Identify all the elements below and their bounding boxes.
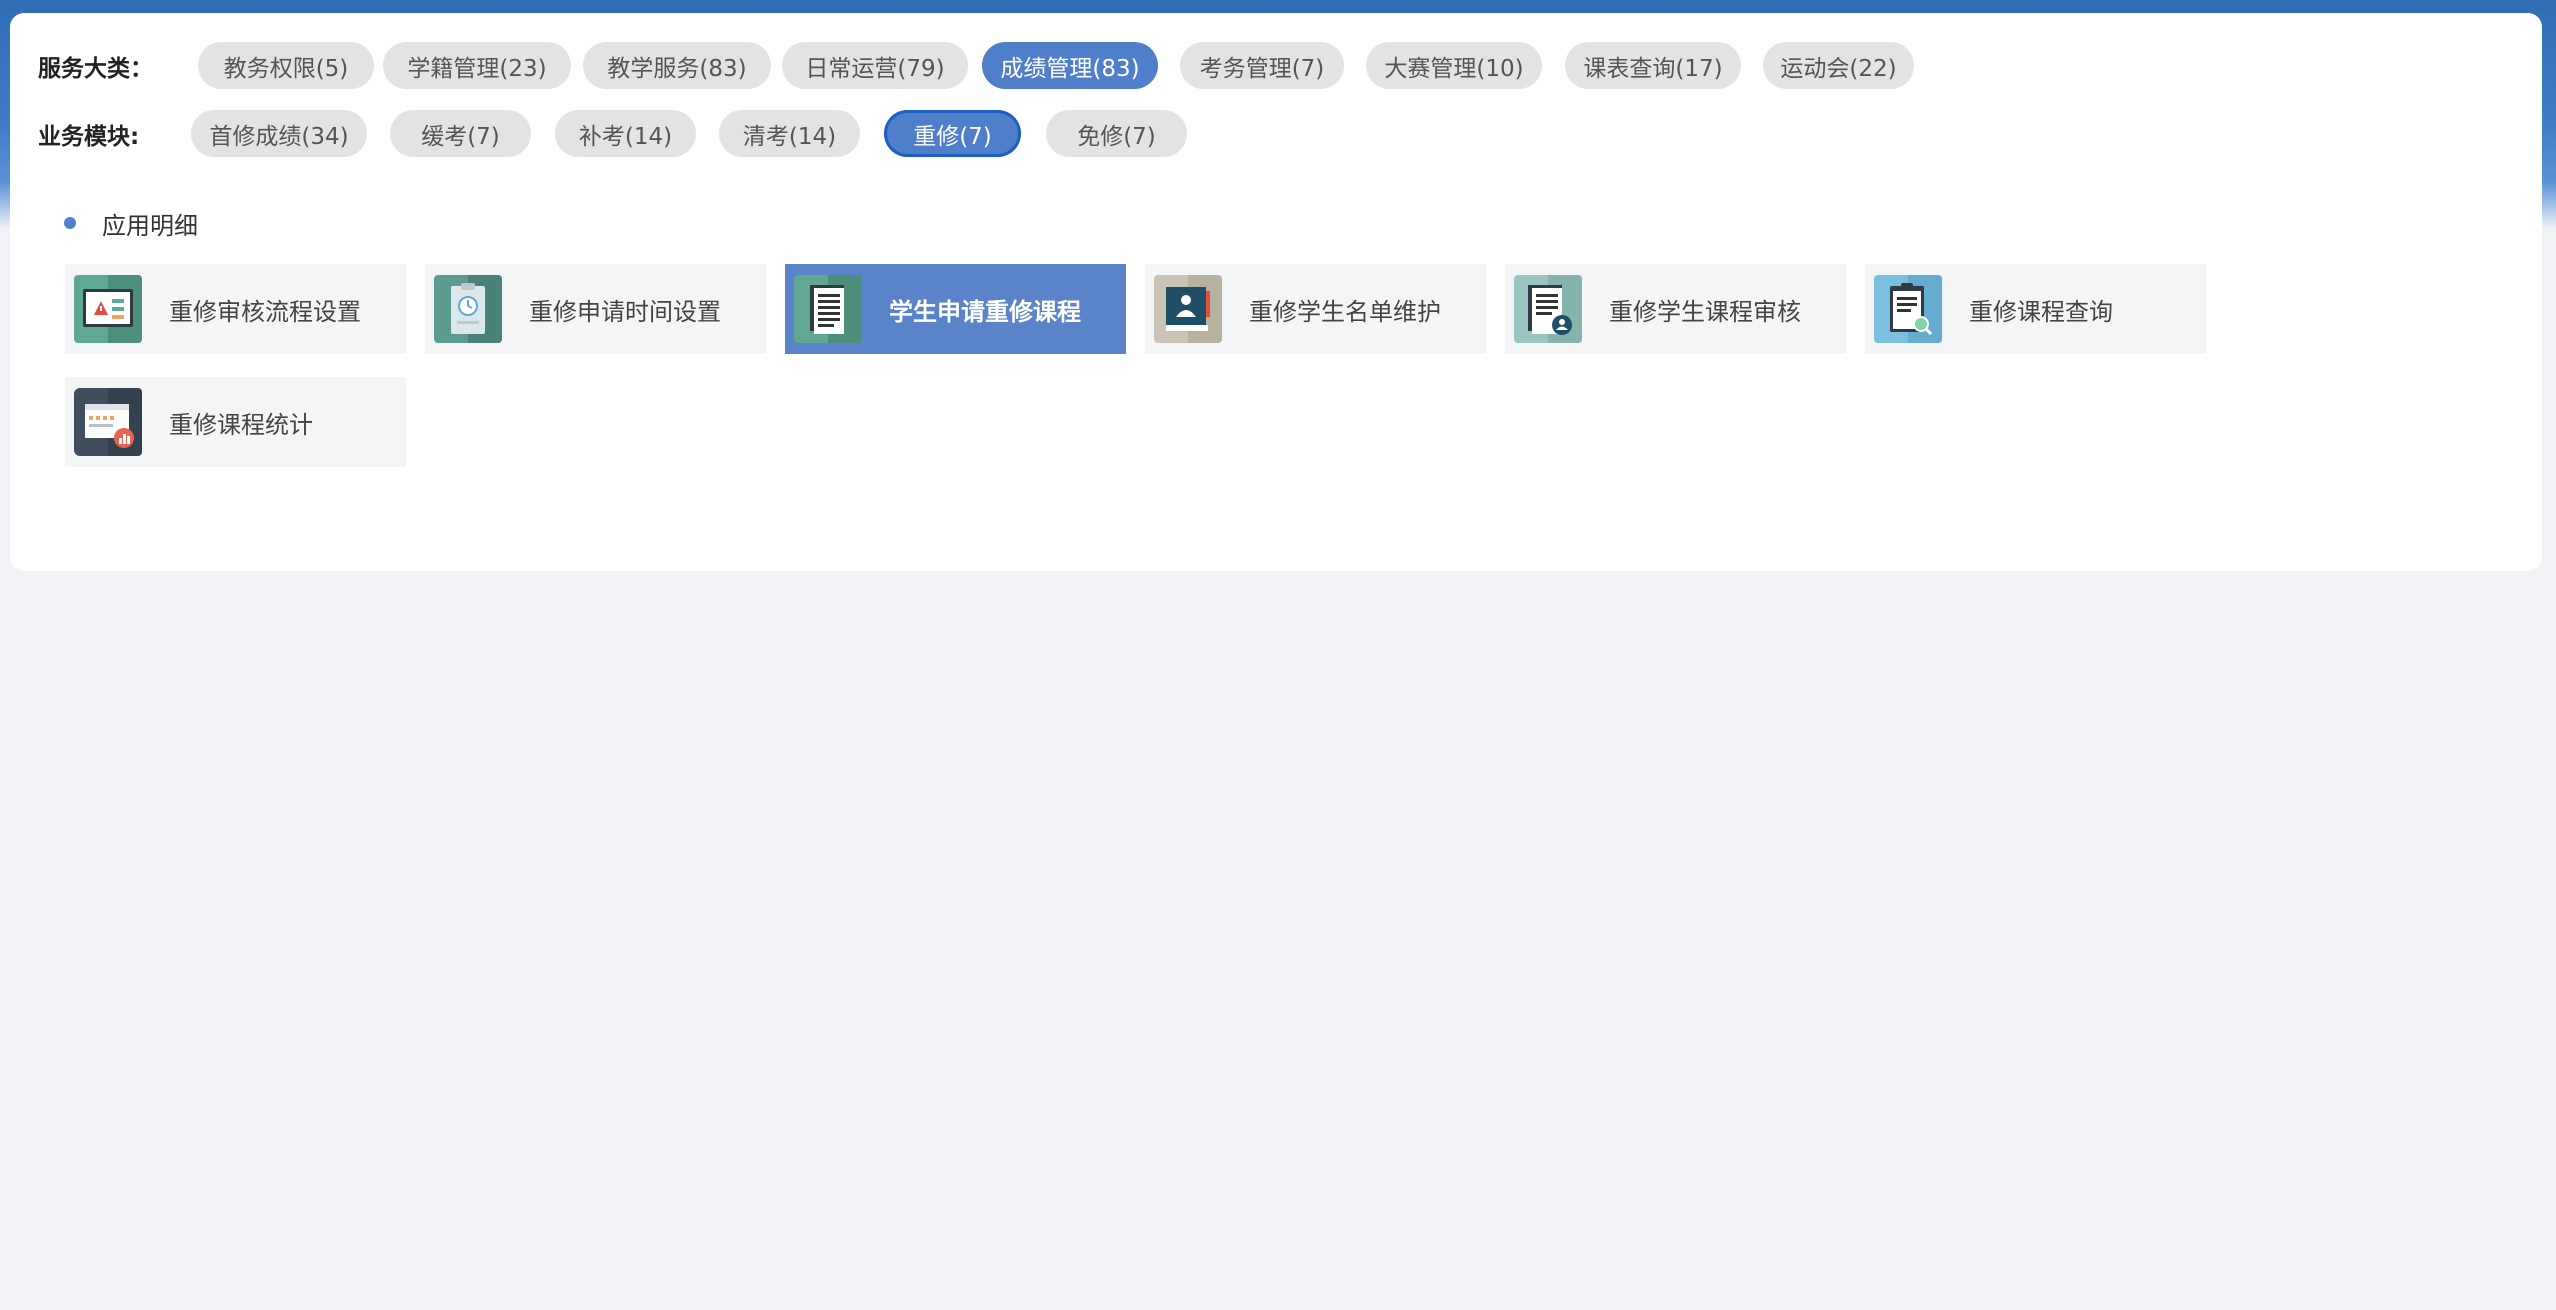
app-tile-student-apply-retake[interactable]: 学生申请重修课程 bbox=[785, 264, 1126, 354]
category-row: 服务大类： bbox=[38, 41, 153, 91]
app-tile-label: 重修学生课程审核 bbox=[1609, 297, 1801, 326]
module-row-label: 业务模块: bbox=[38, 124, 140, 150]
module-chip-bukao[interactable]: 补考(14) bbox=[555, 110, 696, 157]
app-tile-label: 重修学生名单维护 bbox=[1249, 297, 1441, 326]
category-chip-richang-yunying[interactable]: 日常运营(79) bbox=[782, 42, 968, 89]
module-chip-qingkao[interactable]: 清考(14) bbox=[719, 110, 860, 157]
module-chip-shouxiu-chengji[interactable]: 首修成绩(34) bbox=[191, 110, 367, 157]
app-tile-label: 重修课程统计 bbox=[169, 410, 313, 439]
category-chip-xueji-guanli[interactable]: 学籍管理(23) bbox=[383, 42, 571, 89]
warning-review-icon bbox=[74, 275, 142, 343]
app-tile-student-list-maintenance[interactable]: 重修学生名单维护 bbox=[1145, 264, 1486, 354]
section-bullet-icon bbox=[64, 217, 76, 229]
app-tile-course-statistics[interactable]: 重修课程统计 bbox=[65, 377, 406, 467]
app-tile-label: 重修申请时间设置 bbox=[529, 297, 721, 326]
category-chip-jiaowu-quanxian[interactable]: 教务权限(5) bbox=[198, 42, 374, 89]
chart-board-icon bbox=[74, 388, 142, 456]
module-chip-huankao[interactable]: 缓考(7) bbox=[390, 110, 531, 157]
document-icon bbox=[794, 275, 862, 343]
app-section-title: 应用明细 bbox=[102, 211, 198, 240]
main-panel: 服务大类： 教务权限(5) 学籍管理(23) 教学服务(83) 日常运营(79)… bbox=[10, 13, 2542, 571]
category-chip-kaowu-guanli[interactable]: 考务管理(7) bbox=[1180, 42, 1344, 89]
category-row-label: 服务大类： bbox=[38, 56, 153, 82]
category-chip-jiaoxue-fuwu[interactable]: 教学服务(83) bbox=[583, 42, 771, 89]
module-chip-chongxiu[interactable]: 重修(7) bbox=[884, 110, 1021, 157]
category-chip-yundonghui[interactable]: 运动会(22) bbox=[1763, 42, 1914, 89]
app-section-header: 应用明细 bbox=[64, 203, 198, 243]
app-tile-label: 重修审核流程设置 bbox=[169, 297, 361, 326]
app-tile-course-query[interactable]: 重修课程查询 bbox=[1865, 264, 2206, 354]
module-row: 业务模块: bbox=[38, 109, 139, 159]
clipboard-clock-icon bbox=[434, 275, 502, 343]
app-tile-label: 重修课程查询 bbox=[1969, 297, 2113, 326]
app-tile-apply-time-settings[interactable]: 重修申请时间设置 bbox=[425, 264, 766, 354]
category-chip-kebiao-chaxun[interactable]: 课表查询(17) bbox=[1565, 42, 1741, 89]
category-chip-dasai-guanli[interactable]: 大赛管理(10) bbox=[1366, 42, 1542, 89]
student-book-icon bbox=[1154, 275, 1222, 343]
document-user-icon bbox=[1514, 275, 1582, 343]
module-chip-mianxiu[interactable]: 免修(7) bbox=[1046, 110, 1187, 157]
app-tile-course-review[interactable]: 重修学生课程审核 bbox=[1505, 264, 1846, 354]
clipboard-search-icon bbox=[1874, 275, 1942, 343]
app-tile-review-flow-settings[interactable]: 重修审核流程设置 bbox=[65, 264, 406, 354]
category-chip-chengji-guanli[interactable]: 成绩管理(83) bbox=[982, 42, 1158, 89]
app-tile-label: 学生申请重修课程 bbox=[889, 297, 1081, 326]
